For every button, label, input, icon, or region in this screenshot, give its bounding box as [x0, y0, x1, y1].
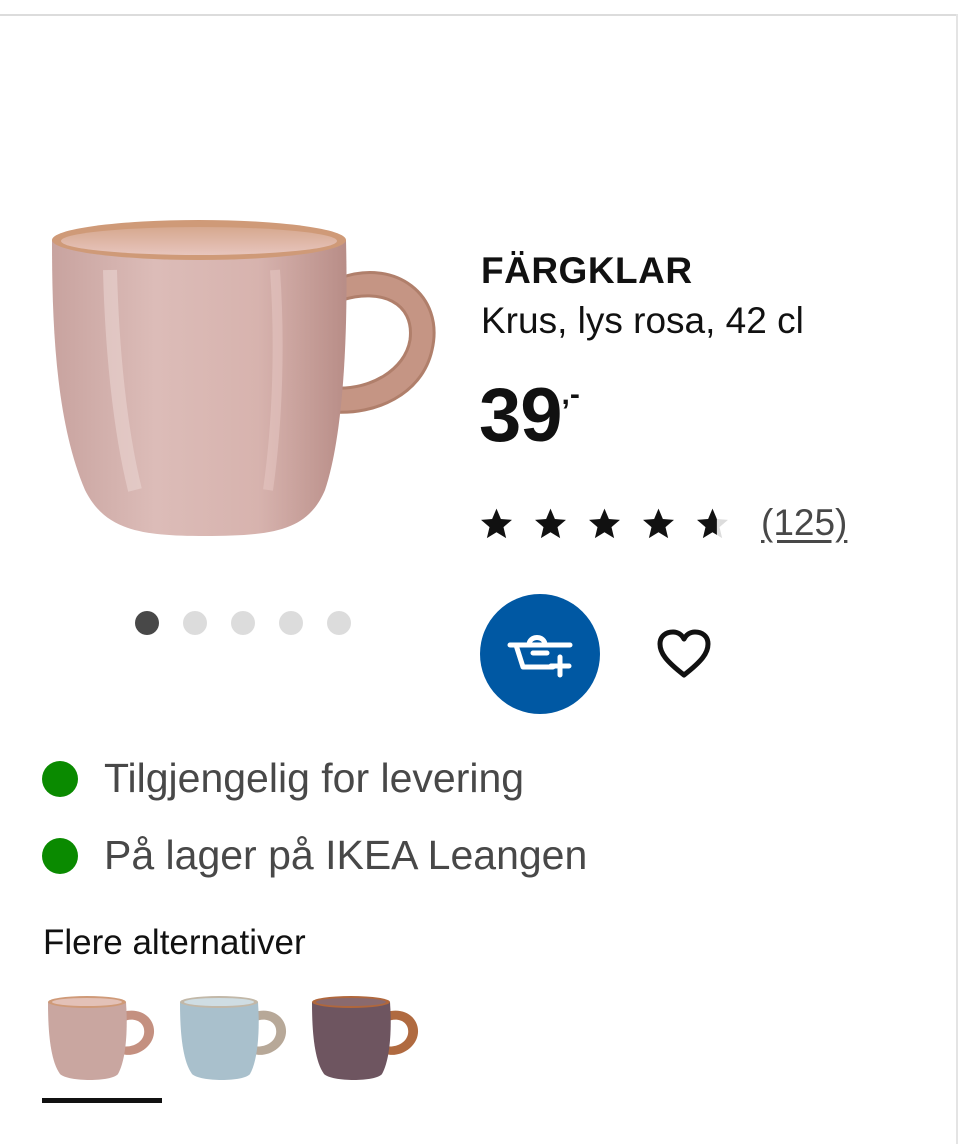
delivery-availability: Tilgjengelig for levering — [42, 755, 524, 802]
gallery-dot[interactable] — [327, 611, 351, 635]
price-suffix: ,- — [561, 378, 580, 411]
add-to-cart-button[interactable] — [480, 594, 600, 714]
status-dot-green — [42, 837, 78, 874]
delivery-availability-text: Tilgjengelig for levering — [104, 755, 525, 801]
star-half-icon — [697, 508, 728, 538]
product-rating: (125) — [479, 502, 847, 544]
status-dot-green — [42, 760, 78, 797]
basket-add-icon — [507, 635, 573, 678]
mug-blue-thumbnail — [180, 996, 287, 1080]
star-full-icon — [481, 508, 512, 538]
gallery-dot[interactable] — [183, 611, 207, 635]
right-divider — [956, 14, 958, 1144]
mug-brown-thumbnail — [312, 996, 419, 1080]
product-description: Krus, lys rosa, 42 cl — [481, 300, 804, 341]
heart-icon — [657, 629, 711, 678]
variant-brown[interactable] — [306, 990, 424, 1090]
top-divider — [0, 14, 958, 16]
mug-pink-thumbnail — [48, 996, 155, 1080]
star-full-icon — [535, 508, 566, 538]
gallery-pagination — [135, 611, 351, 635]
store-availability: På lager på IKEA Leangen — [42, 832, 587, 879]
favourite-button[interactable] — [652, 622, 716, 686]
variant-pink[interactable] — [42, 990, 162, 1103]
variant-blue[interactable] — [174, 990, 292, 1090]
gallery-dot[interactable] — [231, 611, 255, 635]
price-integer: 39 — [479, 373, 563, 458]
rating-stars — [479, 506, 730, 541]
gallery-dot[interactable] — [279, 611, 303, 635]
product-price: 39,- — [479, 378, 580, 454]
product-name: FÄRGKLAR — [481, 250, 693, 291]
product-card: FÄRGKLAR Krus, lys rosa, 42 cl 39,- (125… — [0, 0, 960, 1144]
alternatives-list — [42, 990, 424, 1103]
gallery-dot[interactable] — [135, 611, 159, 635]
store-availability-text: På lager på IKEA Leangen — [104, 832, 588, 878]
product-image[interactable] — [40, 200, 450, 570]
star-full-icon — [589, 508, 620, 538]
star-full-icon — [643, 508, 674, 538]
review-count-link[interactable]: (125) — [761, 502, 847, 544]
mug-pink-image — [52, 220, 436, 536]
alternatives-title: Flere alternativer — [43, 923, 306, 962]
